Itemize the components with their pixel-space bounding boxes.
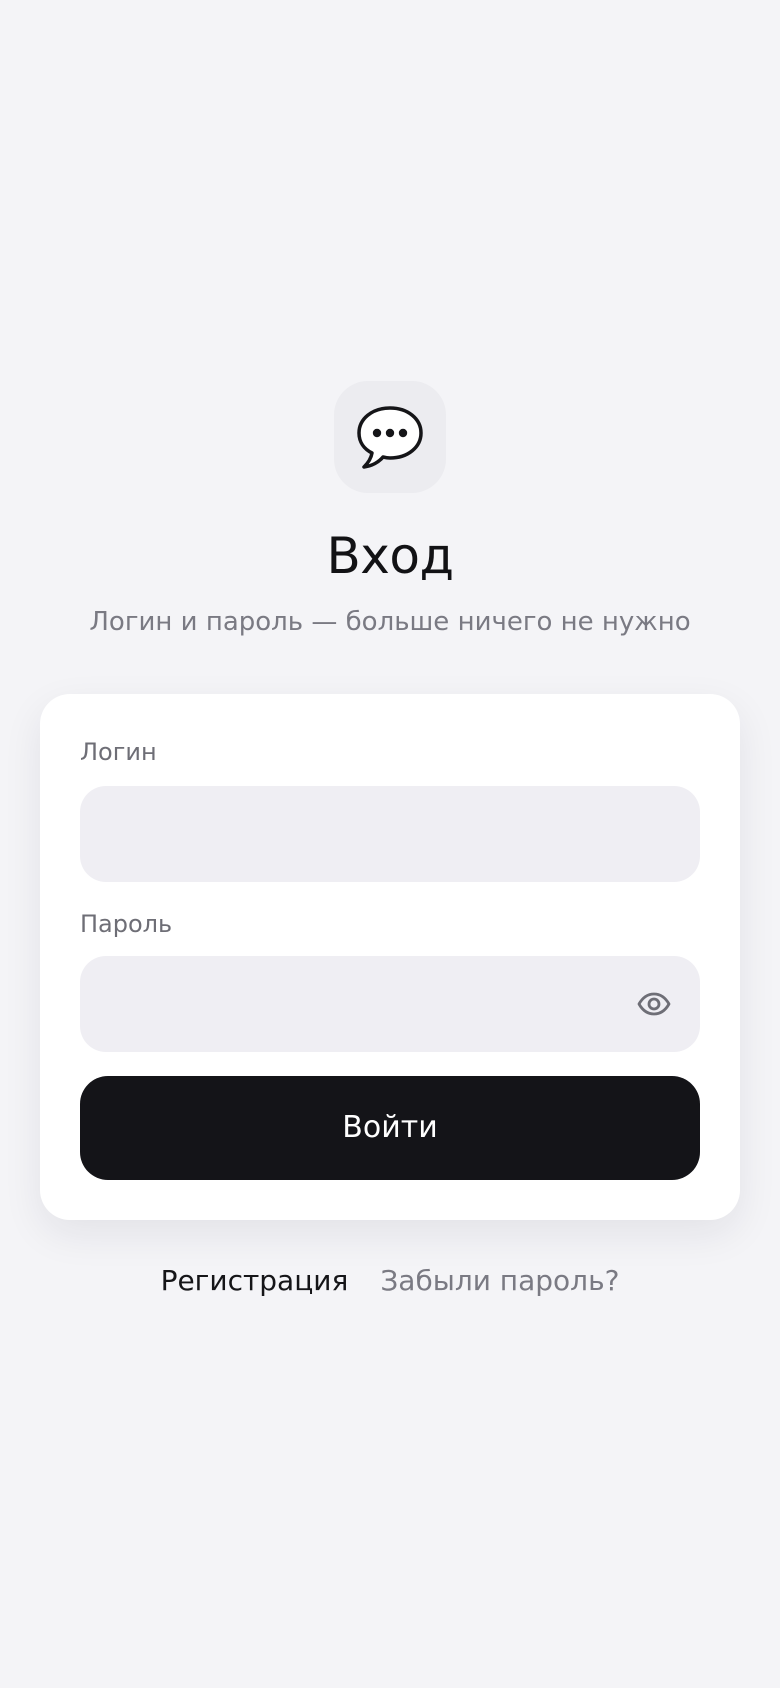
register-link[interactable]: Регистрация [161,1262,349,1300]
forgot-password-link[interactable]: Забыли пароль? [380,1262,619,1300]
eye-icon [637,992,671,1016]
login-submit-button[interactable]: Войти [80,1076,700,1180]
login-card: Логин Пароль Войти [40,694,740,1220]
page-title: Вход [326,527,454,585]
login-input[interactable] [80,786,700,882]
login-label: Логин [80,738,157,766]
password-visibility-toggle[interactable] [632,982,676,1026]
chat-bubble-icon [357,406,423,469]
page-subtitle: Логин и пароль — больше ничего не нужно [89,607,691,637]
password-input[interactable] [80,956,700,1052]
password-label: Пароль [80,910,173,938]
app-icon [334,381,446,493]
footer-links: Регистрация Забыли пароль? [0,1262,780,1300]
